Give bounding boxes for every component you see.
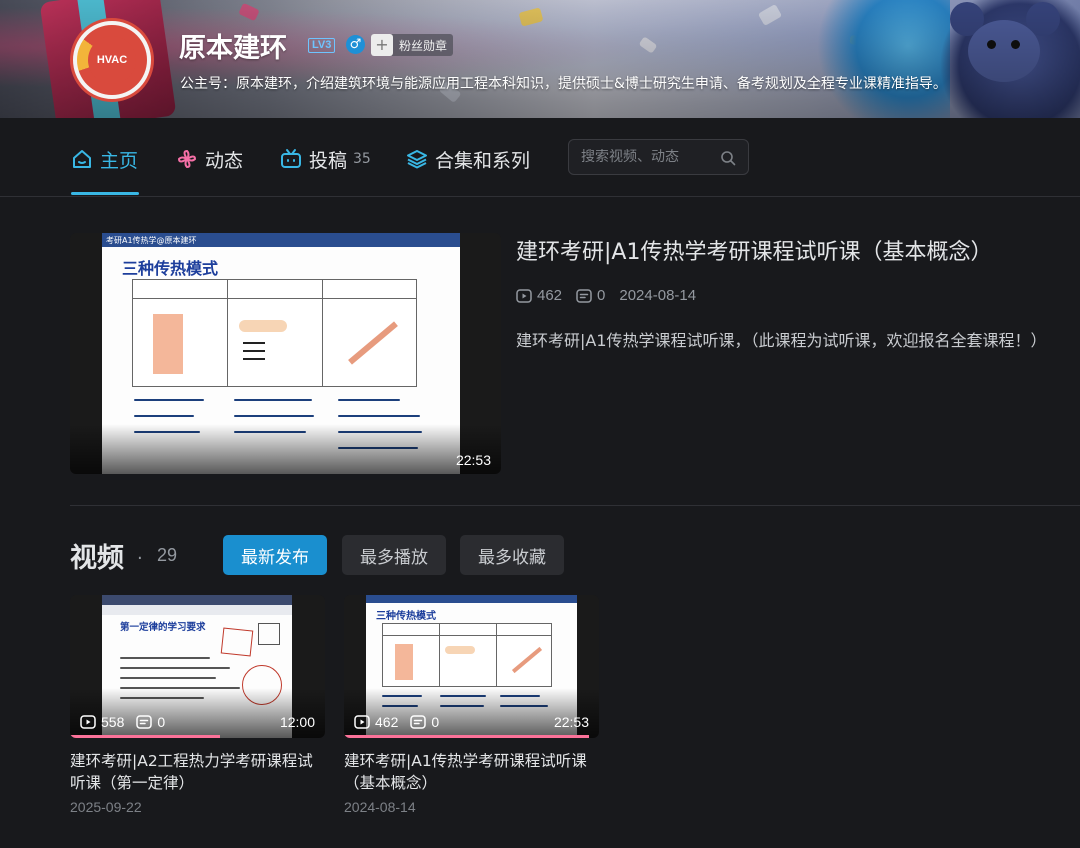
tab-dynamic[interactable]: 动态 (176, 144, 243, 174)
video-duration: 12:00 (279, 714, 315, 730)
tab-home-label: 主页 (100, 149, 139, 172)
fan-medal-badge[interactable]: + 粉丝勋章 (371, 34, 454, 56)
video-card-thumbnail[interactable]: 三种传热模式 462 0 22:53 (344, 595, 599, 738)
section-divider (70, 505, 1080, 506)
comment-count-value: 0 (431, 714, 440, 730)
avatar-logo-text: HVAC (88, 36, 136, 84)
profile-banner: HVAC 原本建环 LV3 ♂ + 粉丝勋章 公主号：原本建环，介绍建筑环境与能… (0, 0, 1080, 118)
search-input[interactable] (581, 149, 717, 165)
tab-uploads-label: 投稿 (309, 149, 348, 172)
slide-title: 三种传热模式 (122, 259, 219, 278)
featured-video-stats: 462 0 2024-08-14 (516, 287, 710, 304)
watch-progress-bar (70, 735, 220, 738)
layers-icon (407, 150, 427, 169)
featured-video-title[interactable]: 建环考研|A1传热学考研课程试听课（基本概念） (516, 234, 992, 266)
danmaku-icon (136, 715, 153, 729)
view-count-value: 462 (537, 287, 563, 304)
comment-count-value: 0 (597, 287, 606, 304)
video-card-date: 2024-08-14 (344, 799, 416, 815)
featured-duration: 22:53 (455, 452, 491, 468)
slide-header-text: 考研A1传热学@原本建环 (106, 236, 197, 245)
search-icon[interactable] (720, 150, 736, 166)
danmaku-icon (410, 715, 427, 729)
video-card-date: 2025-09-22 (70, 799, 142, 815)
active-tab-indicator (71, 192, 139, 195)
play-count-icon (516, 288, 532, 303)
video-card-stats: 558 0 12:00 (80, 714, 315, 730)
view-count-value: 462 (375, 714, 399, 730)
tab-dynamic-label: 动态 (205, 149, 244, 172)
uploads-count: 35 (353, 151, 371, 167)
level-badge: LV3 (308, 38, 336, 53)
watch-progress-bar (344, 735, 589, 738)
slide-title: 三种传热模式 (376, 611, 436, 622)
featured-video-description: 建环考研|A1传热学课程试听课，（此课程为试听课，欢迎报名全套课程！） (516, 331, 1047, 350)
separator-dot: · (137, 548, 143, 569)
featured-video-thumbnail[interactable]: 考研A1传热学@原本建环 三种传热模式 22:53 (70, 233, 501, 474)
profile-nav: 主页 动态 投稿 35 合集和系列 (0, 118, 1080, 197)
tab-collections[interactable]: 合集和系列 (406, 144, 530, 174)
sort-latest-button[interactable]: 最新发布 (223, 535, 327, 575)
tab-collections-label: 合集和系列 (435, 149, 531, 172)
fan-medal-label: 粉丝勋章 (399, 38, 448, 53)
search-box[interactable] (568, 139, 749, 175)
comment-count: 0 (576, 287, 605, 304)
play-count-icon (354, 715, 370, 729)
tv-icon (281, 149, 301, 168)
sort-most-favorited-button[interactable]: 最多收藏 (460, 535, 564, 575)
profile-name: 原本建环 (179, 33, 287, 64)
tab-uploads[interactable]: 投稿 35 (280, 144, 371, 174)
danmaku-icon (576, 288, 592, 303)
videos-count: 29 (157, 545, 178, 565)
view-count-value: 558 (101, 714, 125, 730)
videos-section-title: 视频 (70, 543, 124, 574)
video-card-thumbnail[interactable]: 第一定律的学习要求 558 0 12:00 (70, 595, 325, 738)
tab-home[interactable]: 主页 (71, 144, 138, 174)
sort-most-played-button[interactable]: 最多播放 (342, 535, 446, 575)
male-gender-icon: ♂ (346, 35, 365, 54)
plus-icon: + (371, 34, 393, 56)
comment-count-value: 0 (157, 714, 166, 730)
video-card-title[interactable]: 建环考研|A2工程热力学考研课程试听课（第一定律） (70, 750, 325, 794)
view-count: 462 (516, 287, 562, 304)
video-card-title[interactable]: 建环考研|A1传热学考研课程试听课（基本概念） (344, 750, 599, 794)
avatar[interactable]: HVAC (70, 18, 154, 102)
profile-bio: 公主号：原本建环，介绍建筑环境与能源应用工程本科知识，提供硕士&博士研究生申请、… (180, 76, 947, 92)
home-icon (73, 150, 91, 168)
video-card-stats: 462 0 22:53 (354, 714, 589, 730)
play-count-icon (80, 715, 96, 729)
featured-date: 2024-08-14 (619, 287, 697, 304)
slide-diagram-table (132, 279, 417, 387)
pinwheel-icon (177, 149, 197, 169)
slide-title: 第一定律的学习要求 (120, 622, 206, 633)
video-duration: 22:53 (553, 714, 589, 730)
